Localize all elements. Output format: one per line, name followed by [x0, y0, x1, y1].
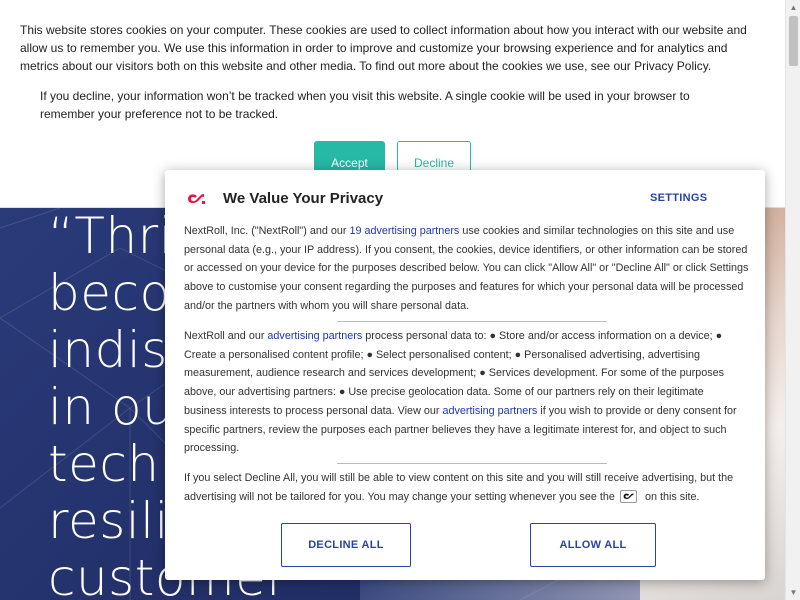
scroll-up-arrow-icon[interactable]: ▲: [786, 0, 800, 15]
privacy-paragraph-decline-info: If you select Decline All, you will stil…: [184, 469, 749, 506]
purposes-text-middle: process personal data to: ● Store and/or…: [184, 330, 725, 417]
scroll-down-arrow-icon[interactable]: ▼: [786, 585, 800, 600]
advertising-partners-view-link[interactable]: advertising partners: [442, 405, 537, 417]
intro-text-end: use cookies and similar technologies on …: [184, 225, 749, 312]
modal-title: We Value Your Privacy: [223, 190, 384, 207]
page-scrollbar[interactable]: ▲ ▼: [785, 0, 800, 600]
advertising-partners-link[interactable]: advertising partners: [267, 330, 362, 342]
nextroll-logo-icon: [188, 194, 205, 204]
allow-all-button[interactable]: ALLOW ALL: [530, 523, 656, 567]
privacy-paragraph-purposes: NextRoll and our advertising partners pr…: [184, 327, 749, 458]
decline-info-text-end: on this site.: [644, 490, 700, 503]
settings-link[interactable]: SETTINGS: [650, 192, 707, 204]
nextroll-small-logo-icon[interactable]: [619, 490, 637, 504]
cookie-banner-decline-info: If you decline, your information won’t b…: [40, 89, 690, 121]
cookie-banner-text: This website stores cookies on your comp…: [20, 23, 747, 73]
scrollbar-thumb[interactable]: [789, 16, 798, 66]
privacy-paragraph-intro: NextRoll, Inc. ("NextRoll") and our 19 a…: [184, 222, 749, 316]
advertising-partners-count-link[interactable]: 19 advertising partners: [349, 225, 459, 237]
intro-text-start: NextRoll, Inc. ("NextRoll") and our: [184, 225, 350, 237]
divider: [337, 321, 607, 322]
divider: [337, 463, 607, 464]
privacy-modal: We Value Your Privacy SETTINGS NextRoll,…: [165, 170, 765, 580]
purposes-text-start: NextRoll and our: [184, 330, 268, 342]
decline-all-button[interactable]: DECLINE ALL: [281, 523, 411, 567]
